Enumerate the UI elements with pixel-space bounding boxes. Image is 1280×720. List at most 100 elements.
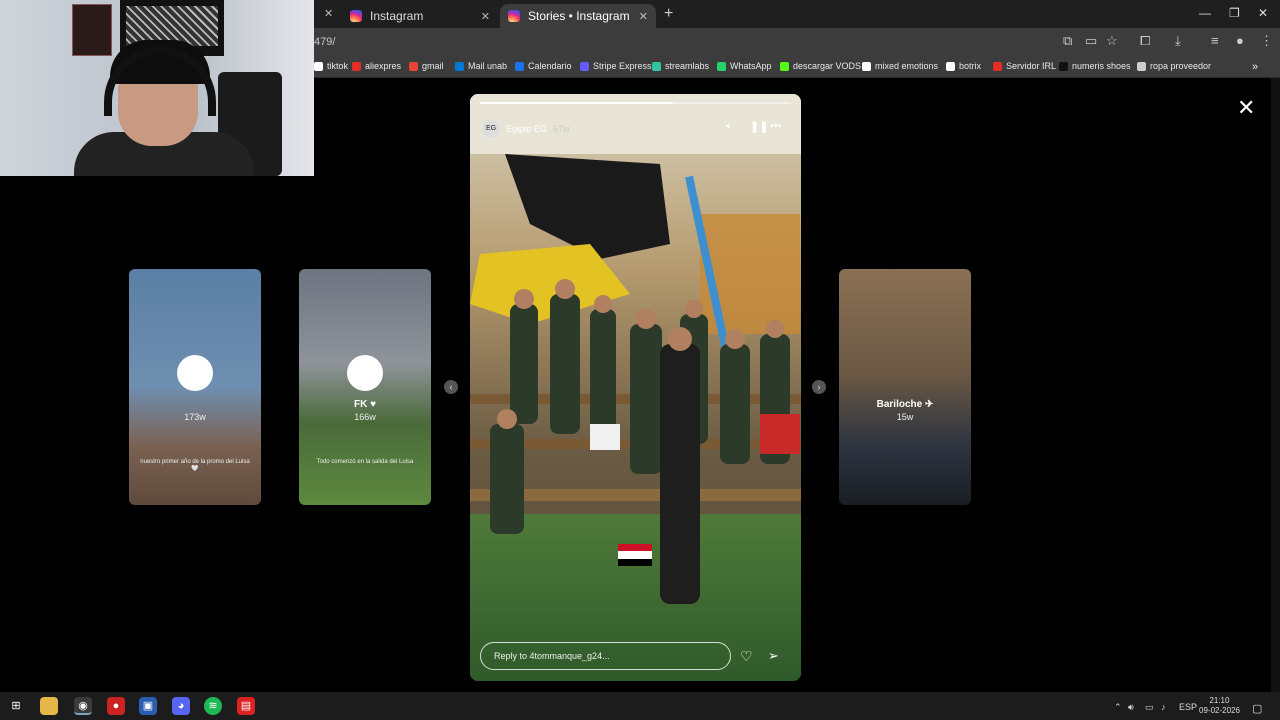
bookmark-label: mixed emotions	[875, 61, 939, 71]
mic-icon[interactable]: ♪	[1161, 702, 1166, 712]
bookmark-item[interactable]: ropa proveedor	[1137, 61, 1211, 71]
bookmark-item[interactable]: tiktok	[314, 61, 348, 71]
bookmark-favicon-icon	[455, 61, 464, 71]
app-icon[interactable]: ▤	[237, 697, 255, 715]
tab-title: Instagram	[370, 9, 424, 23]
bookmark-label: Servidor IRL	[1006, 61, 1057, 71]
obs-icon[interactable]: ●	[107, 697, 125, 715]
url-field[interactable]: 479/	[314, 36, 335, 48]
tray-expand-icon[interactable]: ⌃	[1114, 702, 1122, 713]
story-preview-1[interactable]: 173w nuestro primer año de la promo del …	[129, 269, 261, 505]
bookmark-favicon-icon	[515, 61, 524, 71]
spotify-icon[interactable]: ≋	[204, 697, 222, 715]
bookmark-favicon-icon	[993, 61, 1002, 71]
profile-icon[interactable]: ●	[1236, 33, 1244, 48]
chrome-icon[interactable]: ◉	[74, 697, 92, 715]
bookmark-item[interactable]: Calendario	[515, 61, 572, 71]
network-icon[interactable]: ▭	[1145, 702, 1154, 713]
heart-icon[interactable]: ♡	[740, 648, 753, 665]
bookmark-star-icon[interactable]: ☆	[1106, 33, 1118, 49]
taskbar-clock[interactable]: 21:10 09-02-2026	[1199, 696, 1240, 716]
tab-title: Stories • Instagram	[528, 9, 630, 23]
avatar	[347, 355, 383, 391]
story-username[interactable]: Egipto EG	[506, 124, 547, 134]
close-tab-icon[interactable]: ✕	[639, 10, 648, 23]
bookmark-label: ropa proveedor	[1150, 61, 1212, 71]
instagram-icon	[350, 10, 362, 22]
media-icon[interactable]: ≡	[1211, 33, 1219, 48]
download-icon[interactable]: ⤓	[1175, 33, 1181, 49]
extensions-icon[interactable]: ⧠	[1140, 33, 1150, 49]
webcam-overlay	[0, 0, 314, 176]
bookmark-item[interactable]: descargar VODS	[780, 61, 861, 71]
active-story[interactable]: EG Egipto EG 67w 🔈︎ ❚❚ ••• Reply to 4tom…	[470, 94, 801, 681]
bookmark-item[interactable]: streamlabs	[652, 61, 709, 71]
clock-time: 21:10	[1209, 696, 1230, 705]
mute-icon[interactable]: 🔈︎	[726, 120, 733, 133]
bookmark-item[interactable]: numeris shoes	[1059, 61, 1131, 71]
more-bookmarks-icon[interactable]: »	[1252, 61, 1258, 73]
maximize-icon[interactable]: ❐	[1229, 6, 1240, 20]
bookmark-label: Mail unab	[468, 61, 508, 71]
story-preview-2[interactable]: FK ♥ 166w Todo comenzó en la salida del …	[299, 269, 431, 505]
next-story-icon[interactable]: ›	[812, 380, 826, 394]
menu-icon[interactable]: ⋮	[1260, 33, 1273, 49]
previous-story-icon[interactable]: ‹	[444, 380, 458, 394]
bookmark-item[interactable]: Mail unab	[455, 61, 507, 71]
bookmark-favicon-icon	[1137, 61, 1146, 71]
bookmark-favicon-icon	[946, 61, 955, 71]
bookmark-label: botrix	[959, 61, 982, 71]
bookmark-favicon-icon	[580, 61, 589, 71]
send-icon[interactable]: ➢	[768, 648, 779, 664]
discord-icon[interactable]: ◕	[172, 697, 190, 715]
screen: ✕ Instagram ✕ Stories • Instagram ✕ + — …	[0, 0, 1280, 720]
story-header[interactable]: EG Egipto EG 67w	[482, 120, 570, 138]
avatar	[177, 355, 213, 391]
bookmark-label: Calendario	[528, 61, 572, 71]
bookmark-item[interactable]: Stripe Express	[580, 61, 652, 71]
avatar[interactable]: EG	[482, 120, 500, 138]
bookmark-favicon-icon	[862, 61, 871, 71]
story-progress-bar	[480, 102, 791, 104]
bookmark-label: numeris shoes	[1072, 61, 1131, 71]
new-tab-icon[interactable]: +	[664, 5, 673, 23]
tab-instagram[interactable]: Instagram ✕	[342, 4, 498, 28]
story-age: 15w	[896, 412, 914, 422]
instagram-icon	[508, 10, 520, 22]
bookmark-item[interactable]: WhatsApp	[717, 61, 772, 71]
window-close-icon[interactable]: ✕	[1258, 6, 1268, 20]
file-explorer-icon[interactable]	[40, 697, 58, 715]
more-icon[interactable]: •••	[770, 120, 782, 132]
bookmark-item[interactable]: Servidor IRL	[993, 61, 1056, 71]
close-tab-icon[interactable]: ✕	[324, 7, 333, 20]
tab-stories[interactable]: Stories • Instagram ✕	[500, 4, 656, 28]
bookmark-item[interactable]: aliexpres	[352, 61, 401, 71]
taskbar	[0, 692, 1280, 720]
windows-start-icon[interactable]: ⊞	[7, 697, 25, 715]
bookmark-item[interactable]: botrix	[946, 61, 981, 71]
story-age: 67w	[553, 124, 570, 134]
notifications-icon[interactable]: ▢	[1252, 702, 1262, 715]
story-progress-fill	[480, 102, 673, 104]
bookmark-item[interactable]: mixed emotions	[862, 61, 938, 71]
language-indicator[interactable]: ESP	[1179, 702, 1197, 712]
bookmark-favicon-icon	[780, 61, 789, 71]
reply-input[interactable]: Reply to 4tommanque_g24...	[480, 642, 731, 670]
bookmark-item[interactable]: gmail	[409, 61, 444, 71]
store-icon[interactable]: ▣	[139, 697, 157, 715]
bookmark-label: aliexpres	[365, 61, 402, 71]
minimize-icon[interactable]: —	[1199, 6, 1211, 20]
pause-icon[interactable]: ❚❚	[750, 120, 768, 133]
bookmark-label: descargar VODS	[793, 61, 862, 71]
bookmark-label: Stripe Express	[593, 61, 652, 71]
cast-icon[interactable]: ▭	[1085, 33, 1097, 49]
close-tab-icon[interactable]: ✕	[481, 10, 490, 23]
poster-image	[72, 4, 112, 56]
translate-icon[interactable]: ⧉	[1063, 33, 1072, 49]
volume-icon[interactable]: 🔊︎	[1128, 702, 1134, 713]
close-viewer-icon[interactable]: ✕	[1237, 95, 1255, 121]
story-preview-3[interactable]: Bariloche ✈ 15w	[839, 269, 971, 505]
page-scrollbar[interactable]	[1271, 78, 1280, 692]
story-username: FK ♥	[353, 399, 377, 410]
bookmark-favicon-icon	[409, 61, 418, 71]
